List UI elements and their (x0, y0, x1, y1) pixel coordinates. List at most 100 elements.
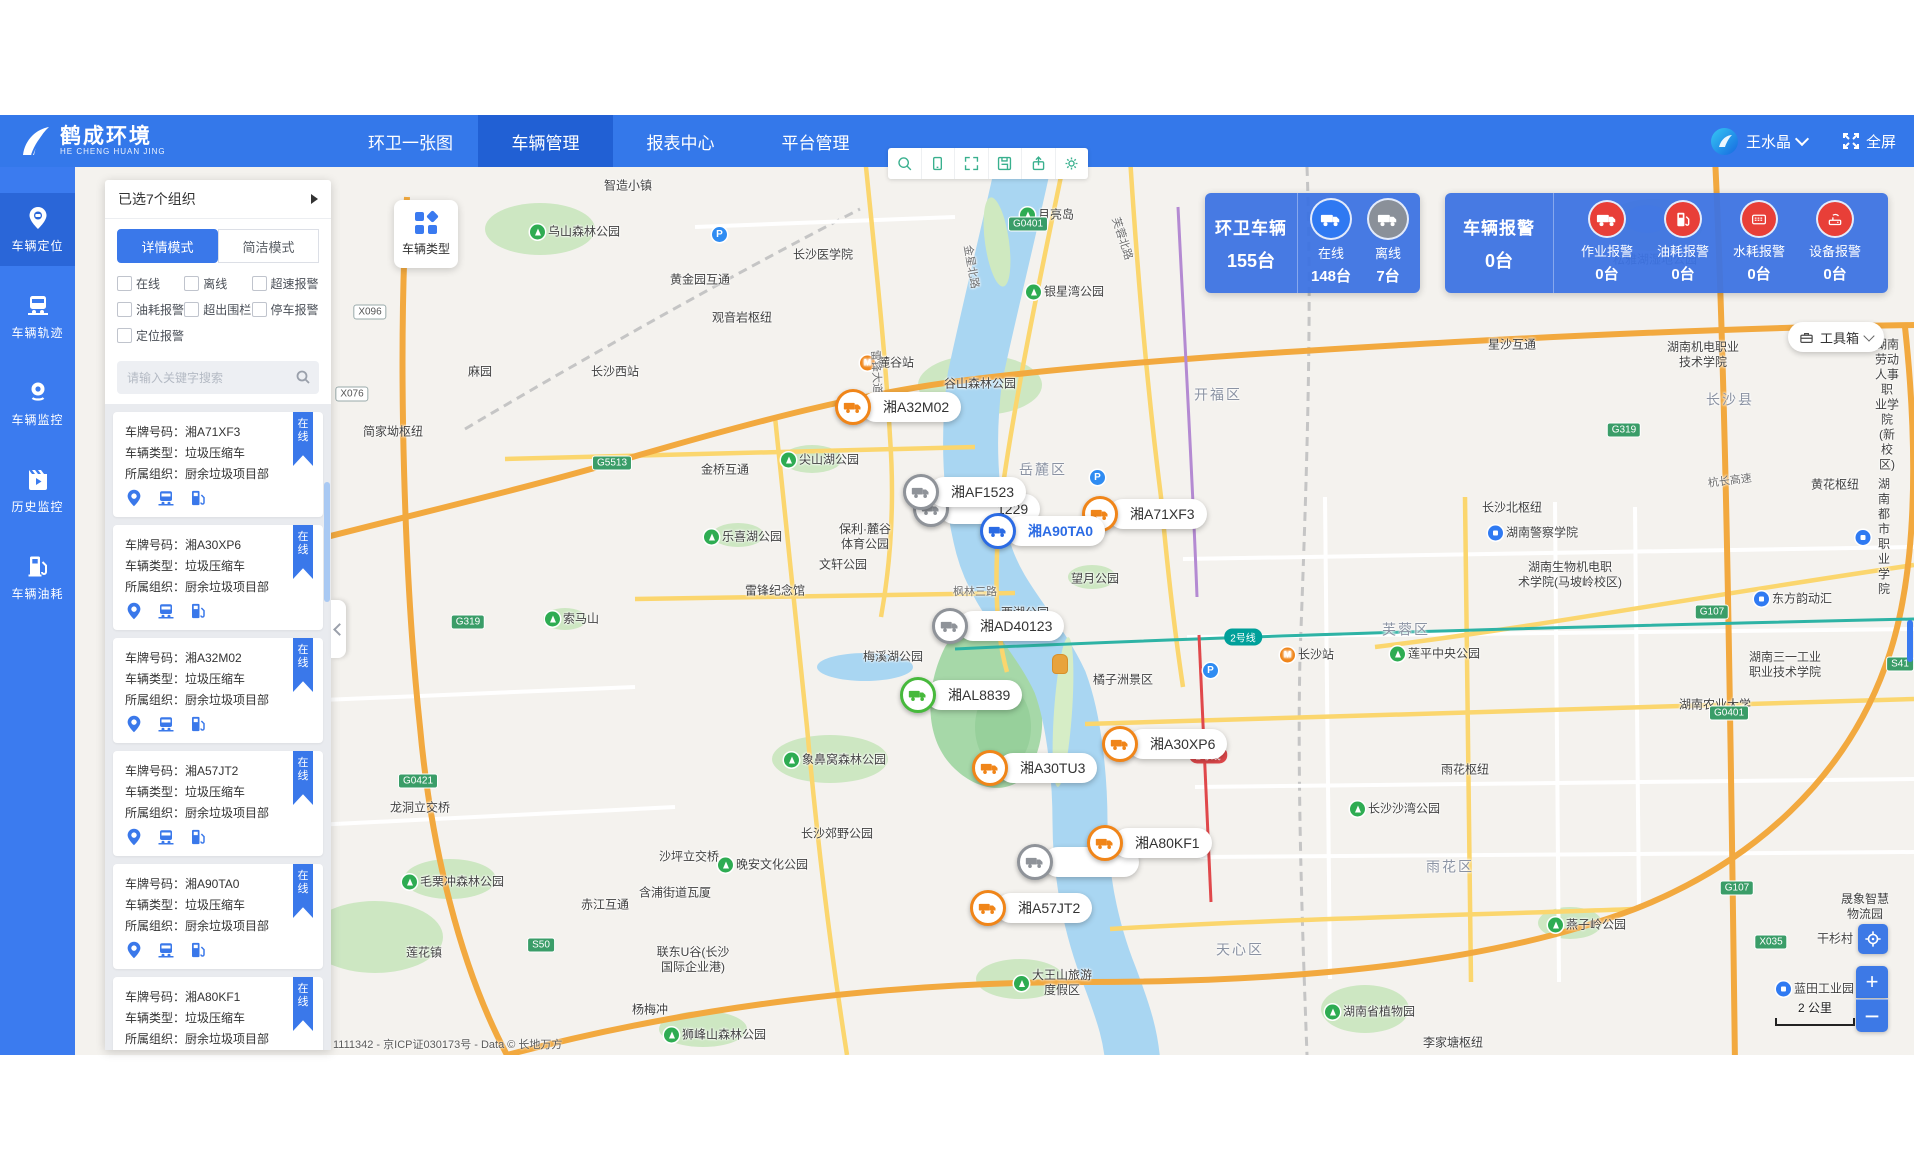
panel-collapse-handle[interactable] (331, 600, 346, 658)
user-dropdown-chevron-icon[interactable] (1795, 132, 1809, 146)
zoom-in-button[interactable]: + (1856, 966, 1888, 998)
vehicle-card[interactable]: 在线 车牌号码：湘A80KF1 车辆类型：垃圾压缩车 所属组织：厨余垃圾项目部 (113, 977, 323, 1050)
vehicle-card[interactable]: 在线 车牌号码：湘A71XF3 车辆类型：垃圾压缩车 所属组织：厨余垃圾项目部 (113, 412, 323, 517)
map-attribution: 1111342 - 京ICP证030173号 - Data © 长地万方 (333, 1036, 562, 1052)
map-canvas[interactable]: 智造小镇乌山森林公园黄金园互通长沙医学院观音岩枢纽麻园长沙西站简家坳枢纽金桥互通… (75, 167, 1914, 1055)
username[interactable]: 王水晶 (1746, 131, 1791, 152)
locate-vehicle-icon[interactable] (125, 941, 143, 959)
fullscreen-label: 全屏 (1866, 131, 1896, 152)
expand-map-icon[interactable] (954, 148, 988, 179)
sidebar-item-history-monitor[interactable]: 历史监控 (0, 454, 75, 527)
vehicle-card[interactable]: 在线 车牌号码：湘A90TA0 车辆类型：垃圾压缩车 所属组织：厨余垃圾项目部 (113, 864, 323, 969)
alarm-value: 0台 (1823, 263, 1846, 284)
nav-tab-vehicle-management[interactable]: 车辆管理 (478, 115, 613, 167)
track-vehicle-icon[interactable] (157, 489, 175, 507)
filter-online[interactable]: 在线 (117, 275, 184, 292)
vehicle-org: 所属组织：厨余垃圾项目部 (125, 577, 311, 598)
filter-out-of-fence[interactable]: 超出围栏 (184, 301, 251, 318)
nav-tab-report-center[interactable]: 报表中心 (613, 115, 748, 167)
locate-vehicle-icon[interactable] (125, 489, 143, 507)
checkbox-icon (252, 276, 267, 291)
nav-tab-platform-management[interactable]: 平台管理 (748, 115, 883, 167)
sidebar-item-vehicle-track[interactable]: 车辆轨迹 (0, 280, 75, 353)
marker-plate-label: 湘A57JT2 (996, 893, 1092, 923)
vehicle-type: 车辆类型：垃圾压缩车 (125, 895, 311, 916)
filter-location-alarm[interactable]: 定位报警 (117, 327, 200, 344)
fuel-vehicle-icon[interactable] (189, 489, 207, 507)
filter-parking-alarm[interactable]: 停车报警 (252, 301, 319, 318)
marker-truck-icon (972, 750, 1008, 786)
vehicle-card[interactable]: 在线 车牌号码：湘A57JT2 车辆类型：垃圾压缩车 所属组织：厨余垃圾项目部 (113, 751, 323, 856)
marker-truck-icon (1102, 726, 1138, 762)
fuel-alarm-icon (1666, 202, 1700, 236)
zoom-search-icon[interactable] (888, 148, 921, 179)
org-expand-arrow-icon[interactable] (311, 194, 318, 204)
panel-scrollbar[interactable] (324, 482, 330, 602)
vehicle-org: 所属组织：厨余垃圾项目部 (125, 1029, 311, 1050)
sidebar-item-vehicle-monitor[interactable]: 车辆监控 (0, 367, 75, 440)
vehicle-org: 所属组织：厨余垃圾项目部 (125, 690, 311, 711)
checkbox-icon (117, 302, 132, 317)
fuel-vehicle-icon[interactable] (189, 715, 207, 733)
marker-truck-icon (1087, 825, 1123, 861)
keyword-search-input[interactable] (117, 361, 319, 394)
alarm-stat: 油耗报警 0台 (1657, 202, 1709, 284)
filter-overspeed-alarm[interactable]: 超速报警 (252, 275, 319, 292)
export-icon[interactable] (1021, 148, 1055, 179)
scale-bar (1775, 1018, 1855, 1026)
fullscreen-icon (1841, 131, 1861, 151)
sidebar-item-vehicle-fuel[interactable]: 车辆油耗 (0, 541, 75, 614)
tab-simple-mode[interactable]: 简洁模式 (218, 229, 319, 263)
offline-truck-icon (1369, 200, 1407, 238)
checkbox-icon (117, 276, 132, 291)
vehicle-type-button[interactable]: 车辆类型 (394, 200, 458, 268)
offline-stat: 离线 7台 (1369, 200, 1407, 286)
sidebar-item-vehicle-location[interactable]: 车辆定位 (0, 193, 75, 266)
vehicle-alarm-label: 车辆报警 (1463, 214, 1535, 239)
track-vehicle-icon[interactable] (157, 715, 175, 733)
scale-label: 2 公里 (1775, 999, 1855, 1016)
chevron-left-icon (333, 623, 346, 636)
filter-offline[interactable]: 离线 (184, 275, 251, 292)
search-icon[interactable] (295, 369, 311, 385)
alarm-label: 设备报警 (1809, 241, 1861, 260)
online-stat: 在线 148台 (1311, 200, 1351, 286)
marker-plate-label: 湘AL8839 (926, 680, 1022, 710)
track-vehicle-icon[interactable] (157, 941, 175, 959)
filter-fuel-alarm[interactable]: 油耗报警 (117, 301, 184, 318)
fuel-vehicle-icon[interactable] (189, 828, 207, 846)
toolbox-icon (1799, 330, 1814, 345)
save-icon[interactable] (988, 148, 1022, 179)
vehicle-card[interactable]: 在线 车牌号码：湘A30XP6 车辆类型：垃圾压缩车 所属组织：厨余垃圾项目部 (113, 525, 323, 630)
locate-vehicle-icon[interactable] (125, 715, 143, 733)
vehicle-list-panel: 已选7个组织 详情模式 简洁模式 在线 离线 超速报警 油耗报警 超出围栏 停车… (105, 180, 331, 1050)
toolbox-button[interactable]: 工具箱 (1788, 322, 1884, 352)
track-vehicle-icon[interactable] (157, 602, 175, 620)
page-scrollbar[interactable] (1907, 620, 1913, 662)
map-marker-layer: 湘A32M02 1229 湘AF1523 湘A71XF3 湘AD40123 湘A… (75, 167, 1914, 1055)
settings-gear-icon[interactable] (1055, 148, 1089, 179)
brand-logo-area: 鹤成环境 HE CHENG HUAN JING (18, 124, 248, 158)
zoom-out-button[interactable]: − (1856, 999, 1888, 1032)
app-window: 鹤成环境 HE CHENG HUAN JING 环卫一张图 车辆管理 报表中心 … (0, 0, 1914, 1173)
history-video-icon (26, 467, 50, 491)
track-vehicle-icon[interactable] (157, 828, 175, 846)
marker-plate-label: 湘AF1523 (929, 477, 1026, 507)
fuel-vehicle-icon[interactable] (189, 941, 207, 959)
mobile-view-icon[interactable] (921, 148, 955, 179)
locate-vehicle-icon[interactable] (125, 602, 143, 620)
tab-detail-mode[interactable]: 详情模式 (117, 229, 218, 263)
vehicle-card[interactable]: 在线 车牌号码：湘A32M02 车辆类型：垃圾压缩车 所属组织：厨余垃圾项目部 (113, 638, 323, 743)
marker-truck-icon (1017, 844, 1053, 880)
selected-org-label: 已选7个组织 (118, 189, 196, 209)
user-avatar[interactable] (1711, 128, 1738, 155)
online-truck-icon (1312, 200, 1350, 238)
nav-tab-overview[interactable]: 环卫一张图 (343, 115, 478, 167)
locate-button[interactable] (1858, 924, 1888, 954)
locate-vehicle-icon[interactable] (125, 828, 143, 846)
fuel-vehicle-icon[interactable] (189, 602, 207, 620)
marker-plate-label: 湘A90TA0 (1006, 516, 1105, 546)
marker-truck-icon (970, 890, 1006, 926)
fullscreen-button[interactable]: 全屏 (1841, 131, 1896, 152)
vehicle-plate: 车牌号码：湘A90TA0 (125, 874, 311, 895)
